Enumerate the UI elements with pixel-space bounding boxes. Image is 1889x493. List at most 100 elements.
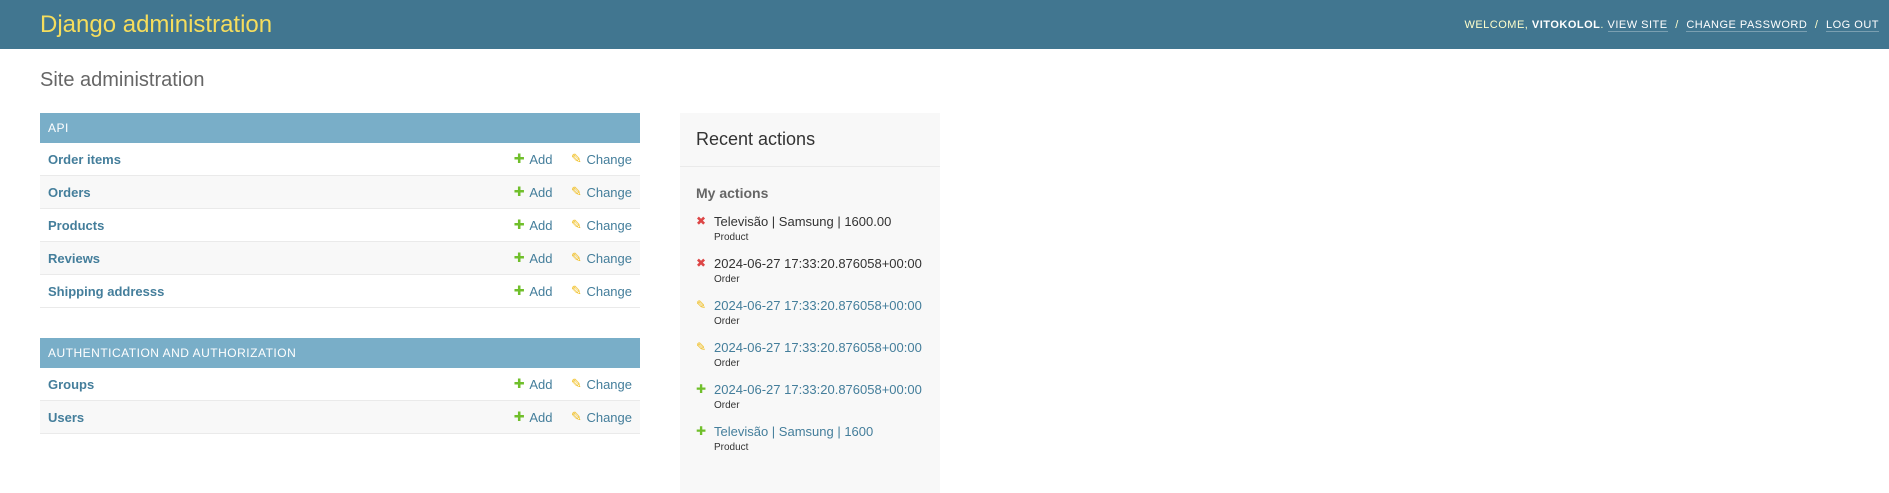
plus-icon: ✚ (513, 151, 525, 166)
change-label: Change (586, 376, 632, 392)
change-link[interactable]: ✎ Change (570, 184, 632, 200)
change-label: Change (586, 217, 632, 233)
recent-action-item: ✚ Televisão | Samsung | 1600 Product (696, 423, 924, 455)
user-tools: Welcome, vitokolol. View site / Change p… (1464, 18, 1879, 32)
add-link[interactable]: ✚ Add (513, 283, 553, 299)
plus-icon: ✚ (513, 283, 525, 298)
change-link[interactable]: ✎ Change (570, 283, 632, 299)
action-content-type: Order (714, 316, 740, 327)
action-text: 2024-06-27 17:33:20.876058+00:00 Order (714, 297, 922, 329)
model-link[interactable]: Products (48, 218, 495, 233)
recent-action-item: ✚ 2024-06-27 17:33:20.876058+00:00 Order (696, 381, 924, 413)
model-row: Products ✚ Add ✎ Change (40, 209, 640, 242)
change-link[interactable]: ✎ Change (570, 250, 632, 266)
add-link[interactable]: ✚ Add (513, 217, 553, 233)
change-label: Change (586, 409, 632, 425)
action-content-type: Product (714, 232, 749, 243)
model-link[interactable]: Order items (48, 152, 495, 167)
recent-action-item: ✎ 2024-06-27 17:33:20.876058+00:00 Order (696, 297, 924, 329)
action-object-link[interactable]: 2024-06-27 17:33:20.876058+00:00 (714, 381, 922, 399)
change-link[interactable]: ✎ Change (570, 376, 632, 392)
model-link[interactable]: Groups (48, 377, 495, 392)
username: vitokolol (1531, 18, 1601, 31)
plus-icon: ✚ (696, 382, 707, 396)
add-label: Add (529, 217, 553, 233)
view-site-link[interactable]: View site (1607, 18, 1668, 32)
change-link[interactable]: ✎ Change (570, 409, 632, 425)
add-label: Add (529, 376, 553, 392)
app-list: API Order items ✚ Add ✎ Change Orders ✚ Add ✎ Chan… (40, 113, 640, 464)
recent-actions-panel: Recent actions My actions ✖ Televisão | S… (680, 113, 940, 493)
app-module: Authentication and Authorization Groups ✚ A… (40, 338, 640, 434)
action-content-type: Order (714, 358, 740, 369)
model-row: Groups ✚ Add ✎ Change (40, 368, 640, 401)
delete-icon: ✖ (696, 214, 707, 228)
action-object-link[interactable]: Televisão | Samsung | 1600 (714, 423, 873, 441)
model-list: Groups ✚ Add ✎ Change Users ✚ Add ✎ Change (40, 368, 640, 434)
plus-icon: ✚ (513, 217, 525, 232)
plus-icon: ✚ (513, 250, 525, 265)
pencil-icon: ✎ (571, 409, 582, 424)
plus-icon: ✚ (513, 376, 525, 391)
my-actions-title: My actions (696, 185, 769, 201)
header: Django administration Welcome, vitokolol… (0, 0, 1889, 49)
recent-action-item: ✖ Televisão | Samsung | 1600.00 Product (696, 213, 924, 245)
action-object-link[interactable]: 2024-06-27 17:33:20.876058+00:00 (714, 339, 922, 357)
app-caption[interactable]: API (40, 113, 640, 143)
add-link[interactable]: ✚ Add (513, 376, 553, 392)
change-label: Change (586, 184, 632, 200)
pencil-icon: ✎ (571, 184, 582, 199)
log-out-link[interactable]: Log out (1825, 18, 1879, 32)
pencil-icon: ✎ (696, 298, 707, 312)
add-label: Add (529, 250, 553, 266)
plus-icon: ✚ (513, 409, 525, 424)
model-row: Orders ✚ Add ✎ Change (40, 176, 640, 209)
add-link[interactable]: ✚ Add (513, 409, 553, 425)
plus-icon: ✚ (513, 184, 525, 199)
action-text: 2024-06-27 17:33:20.876058+00:00 Order (714, 339, 922, 371)
model-row: Reviews ✚ Add ✎ Change (40, 242, 640, 275)
action-content-type: Product (714, 442, 749, 453)
action-object-label: 2024-06-27 17:33:20.876058+00:00 (714, 256, 922, 271)
action-text: 2024-06-27 17:33:20.876058+00:00 Order (714, 255, 922, 287)
delete-icon: ✖ (696, 256, 707, 270)
add-label: Add (529, 283, 553, 299)
app-module: API Order items ✚ Add ✎ Change Orders ✚ Add ✎ Chan… (40, 113, 640, 308)
model-row: Users ✚ Add ✎ Change (40, 401, 640, 434)
action-list: ✖ Televisão | Samsung | 1600.00 Product ✖ 20… (680, 213, 940, 455)
change-password-link[interactable]: Change password (1686, 18, 1808, 32)
change-link[interactable]: ✎ Change (570, 151, 632, 167)
model-link[interactable]: Reviews (48, 251, 495, 266)
add-link[interactable]: ✚ Add (513, 250, 553, 266)
action-object-link[interactable]: 2024-06-27 17:33:20.876058+00:00 (714, 297, 922, 315)
pencil-icon: ✎ (571, 283, 582, 298)
add-link[interactable]: ✚ Add (513, 184, 553, 200)
model-link[interactable]: Orders (48, 185, 495, 200)
action-object-label: Televisão | Samsung | 1600.00 (714, 214, 892, 229)
pencil-icon: ✎ (571, 376, 582, 391)
add-label: Add (529, 409, 553, 425)
recent-action-item: ✖ 2024-06-27 17:33:20.876058+00:00 Order (696, 255, 924, 287)
pencil-icon: ✎ (571, 151, 582, 166)
app-caption[interactable]: Authentication and Authorization (40, 338, 640, 368)
change-label: Change (586, 250, 632, 266)
model-row: Shipping addresss ✚ Add ✎ Change (40, 275, 640, 308)
action-text: 2024-06-27 17:33:20.876058+00:00 Order (714, 381, 922, 413)
change-label: Change (586, 151, 632, 167)
add-link[interactable]: ✚ Add (513, 151, 553, 167)
add-label: Add (529, 151, 553, 167)
action-content-type: Order (714, 274, 740, 285)
pencil-icon: ✎ (571, 217, 582, 232)
action-text: Televisão | Samsung | 1600.00 Product (714, 213, 891, 245)
model-link[interactable]: Users (48, 410, 495, 425)
add-label: Add (529, 184, 553, 200)
pencil-icon: ✎ (696, 340, 707, 354)
site-branding[interactable]: Django administration (40, 11, 272, 39)
recent-actions-title: Recent actions (680, 113, 940, 167)
action-content-type: Order (714, 400, 740, 411)
model-link[interactable]: Shipping addresss (48, 284, 495, 299)
plus-icon: ✚ (696, 424, 707, 438)
model-row: Order items ✚ Add ✎ Change (40, 143, 640, 176)
change-link[interactable]: ✎ Change (570, 217, 632, 233)
recent-action-item: ✎ 2024-06-27 17:33:20.876058+00:00 Order (696, 339, 924, 371)
